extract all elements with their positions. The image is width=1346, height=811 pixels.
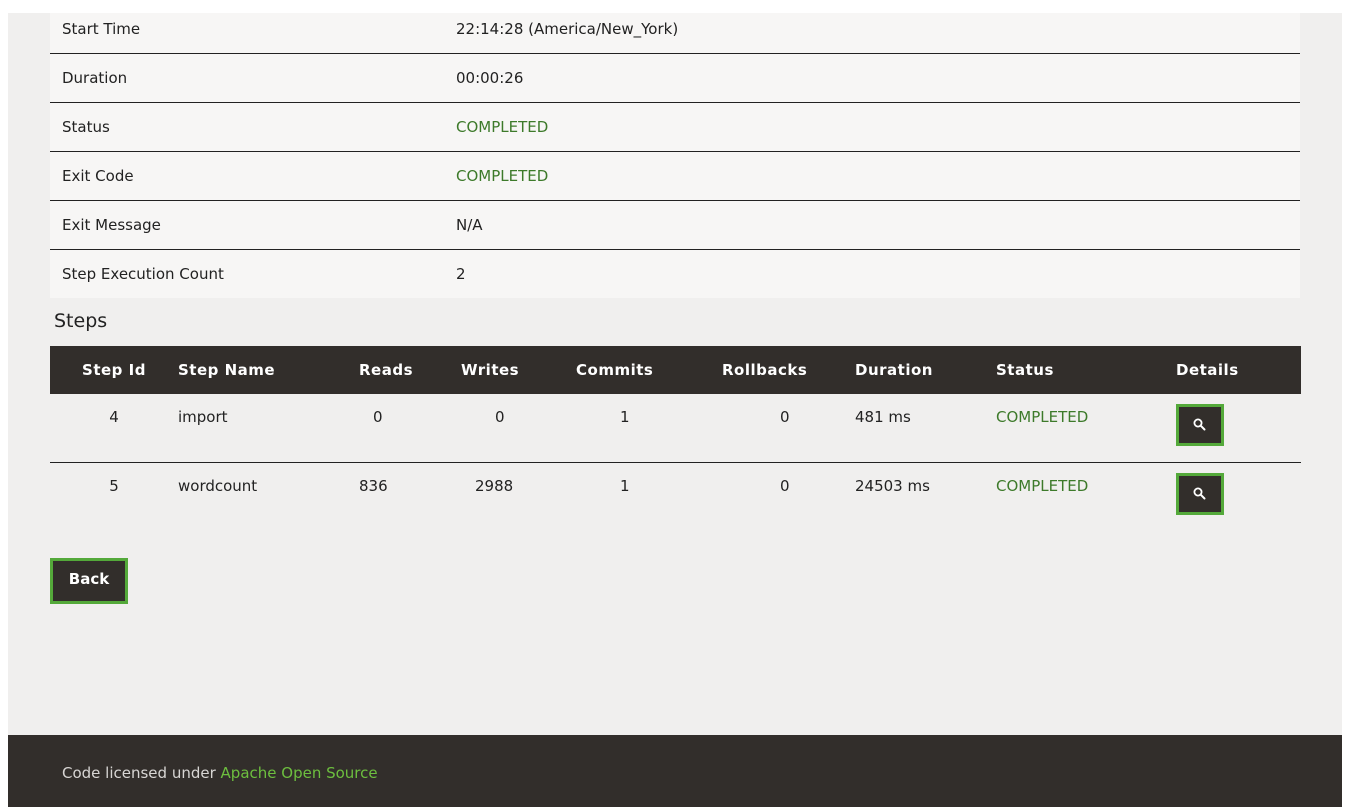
property-value: N/A — [456, 216, 483, 234]
table-row: 4 import 0 0 1 0 481 ms COMPLETED — [50, 394, 1301, 463]
steps-heading: Steps — [54, 310, 108, 332]
property-row-status: Status COMPLETED — [50, 103, 1300, 152]
commits-cell: 1 — [576, 394, 722, 463]
property-value: 22:14:28 (America/New_York) — [456, 20, 679, 38]
status-value: COMPLETED — [456, 118, 549, 136]
property-label: Start Time — [62, 20, 141, 38]
property-value: 2 — [456, 265, 466, 283]
duration-cell: 481 ms — [855, 394, 996, 463]
rollbacks-cell: 0 — [722, 394, 855, 463]
commits-cell: 1 — [620, 476, 630, 495]
rollbacks-cell: 0 — [780, 476, 790, 495]
top-edge — [0, 0, 1346, 13]
step-name-cell: wordcount — [178, 476, 258, 495]
page-content: Start Time 22:14:28 (America/New_York) D… — [8, 5, 1342, 807]
back-button[interactable]: Back — [50, 558, 128, 604]
step-name-cell: import — [178, 394, 359, 463]
status-cell: COMPLETED — [996, 394, 1176, 463]
writes-cell: 0 — [461, 394, 576, 463]
details-button[interactable] — [1176, 472, 1224, 515]
footer: Code licensed under Apache Open Source — [8, 735, 1342, 807]
property-label: Exit Code — [62, 167, 134, 185]
table-header-row: Step Id Step Name Reads Writes Commits R… — [50, 346, 1301, 394]
exit-code-value: COMPLETED — [456, 167, 549, 185]
column-header-rollbacks: Rollbacks — [722, 346, 855, 394]
column-header-status: Status — [996, 346, 1176, 394]
details-cell — [1176, 462, 1301, 530]
column-header-writes: Writes — [461, 346, 576, 394]
property-label: Exit Message — [62, 216, 161, 234]
job-properties-table: Start Time 22:14:28 (America/New_York) D… — [50, 5, 1300, 298]
footer-text: Code licensed under — [62, 764, 221, 782]
property-label: Status — [62, 118, 110, 136]
property-label: Step Execution Count — [62, 265, 224, 283]
table-row: 5 wordcount 836 2988 1 0 24503 ms COMPLE… — [50, 462, 1301, 530]
reads-cell: 836 — [359, 476, 388, 495]
property-row-exit-code: Exit Code COMPLETED — [50, 152, 1300, 201]
steps-table: Step Id Step Name Reads Writes Commits R… — [50, 346, 1301, 530]
step-id-cell: 4 — [50, 394, 178, 463]
column-header-details: Details — [1176, 346, 1301, 394]
details-cell — [1176, 394, 1301, 463]
column-header-commits: Commits — [576, 346, 722, 394]
duration-cell: 24503 ms — [855, 476, 930, 495]
property-label: Duration — [62, 69, 128, 87]
column-header-step-name: Step Name — [178, 346, 359, 394]
reads-cell: 0 — [359, 394, 461, 463]
apache-license-link[interactable]: Apache Open Source — [221, 764, 378, 782]
step-id-cell: 5 — [109, 476, 119, 495]
details-button[interactable] — [1176, 404, 1224, 446]
property-value: 00:00:26 — [456, 69, 524, 87]
search-icon — [1193, 418, 1206, 431]
property-row-exit-message: Exit Message N/A — [50, 201, 1300, 250]
writes-cell: 2988 — [475, 476, 514, 495]
property-row-duration: Duration 00:00:26 — [50, 54, 1300, 103]
column-header-reads: Reads — [359, 346, 461, 394]
column-header-step-id: Step Id — [50, 346, 178, 394]
column-header-duration: Duration — [855, 346, 996, 394]
search-icon — [1193, 487, 1206, 499]
property-row-step-count: Step Execution Count 2 — [50, 250, 1300, 298]
status-cell: COMPLETED — [996, 476, 1089, 495]
